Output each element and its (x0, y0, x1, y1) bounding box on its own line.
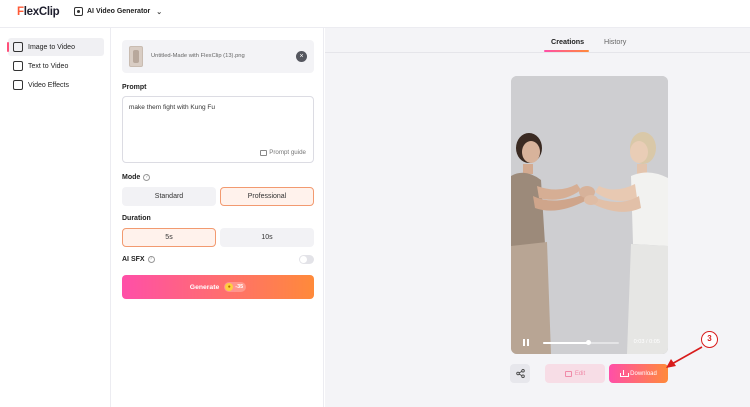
duration-selector: 5s 10s (122, 228, 314, 247)
duration-5s-button[interactable]: 5s (122, 228, 216, 247)
prompt-input[interactable]: make them fight with Kung Fu Prompt guid… (122, 96, 314, 163)
file-name: Untitled-Made with FlexClip (13).png (151, 53, 245, 59)
edit-button[interactable]: Edit (545, 364, 605, 383)
pause-icon[interactable] (523, 339, 529, 346)
edit-label: Edit (574, 370, 586, 377)
sidebar: Image to Video Text to Video Video Effec… (0, 28, 111, 407)
edit-icon (564, 370, 572, 377)
ai-video-icon (74, 7, 83, 16)
download-icon (620, 370, 630, 377)
image-thumbnail (129, 46, 143, 67)
help-icon[interactable]: ? (143, 174, 151, 181)
ai-sfx-toggle[interactable] (299, 255, 314, 264)
sidebar-item-label: Image to Video (28, 43, 75, 51)
tab-history[interactable]: History (604, 37, 626, 46)
duration-label: Duration (122, 215, 151, 222)
sidebar-item-image-to-video[interactable]: Image to Video (7, 38, 104, 56)
prompt-guide-button[interactable]: Prompt guide (260, 149, 306, 156)
tool-name: AI Video Generator (87, 8, 151, 15)
share-button[interactable] (510, 364, 530, 383)
coin-icon: ● (225, 283, 234, 291)
prompt-guide-label: Prompt guide (269, 149, 306, 156)
generate-label: Generate (189, 283, 220, 291)
remove-image-button[interactable]: × (296, 51, 307, 62)
mode-label: Mode ? (122, 174, 151, 181)
top-bar: FlexClip AI Video Generator ⌄ (0, 0, 750, 28)
progress-bar[interactable] (543, 340, 619, 345)
image-to-video-icon (13, 42, 23, 52)
book-icon (260, 149, 268, 156)
mode-standard-button[interactable]: Standard (122, 187, 216, 206)
sidebar-item-text-to-video[interactable]: Text to Video (8, 57, 104, 75)
flexclip-logo[interactable]: FlexClip (17, 6, 60, 18)
video-frame-illustration (511, 76, 668, 354)
tab-creations[interactable]: Creations (551, 37, 584, 46)
credit-cost: ● -35 (224, 282, 247, 292)
prompt-text: make them fight with Kung Fu (129, 104, 215, 111)
active-tab-indicator (544, 50, 589, 52)
annotation-arrow-icon (666, 346, 703, 368)
prompt-label: Prompt (122, 84, 147, 91)
ai-sfx-label: AI SFX ? (122, 256, 155, 263)
sidebar-item-video-effects[interactable]: Video Effects (8, 76, 104, 94)
video-player[interactable]: 0:03 / 0:05 (511, 76, 668, 354)
video-effects-icon (13, 80, 23, 90)
mode-professional-button[interactable]: Professional (220, 187, 314, 206)
duration-10s-button[interactable]: 10s (220, 228, 314, 247)
ai-sfx-label-text: AI SFX (122, 256, 145, 263)
settings-panel: Untitled-Made with FlexClip (13).png × P… (112, 28, 324, 407)
text-to-video-icon (13, 61, 23, 71)
uploaded-image[interactable]: Untitled-Made with FlexClip (13).png × (122, 40, 314, 73)
mode-selector: Standard Professional (122, 187, 314, 206)
generate-button[interactable]: Generate ● -35 (122, 275, 314, 299)
sidebar-item-label: Text to Video (28, 62, 69, 70)
progress-fill (543, 342, 589, 344)
mode-label-text: Mode (122, 174, 141, 181)
tabs-bar: Creations History (325, 28, 750, 53)
share-icon (515, 369, 525, 378)
video-controls: 0:03 / 0:05 (511, 332, 668, 354)
tool-switcher[interactable]: AI Video Generator ⌄ (74, 7, 162, 16)
progress-handle[interactable] (586, 340, 592, 345)
credit-value: -35 (235, 284, 244, 290)
time-readout: 0:03 / 0:05 (633, 339, 660, 345)
download-label: Download (630, 370, 657, 377)
chevron-down-icon: ⌄ (156, 8, 163, 16)
help-icon[interactable]: ? (147, 256, 155, 263)
sidebar-item-label: Video Effects (28, 81, 69, 89)
